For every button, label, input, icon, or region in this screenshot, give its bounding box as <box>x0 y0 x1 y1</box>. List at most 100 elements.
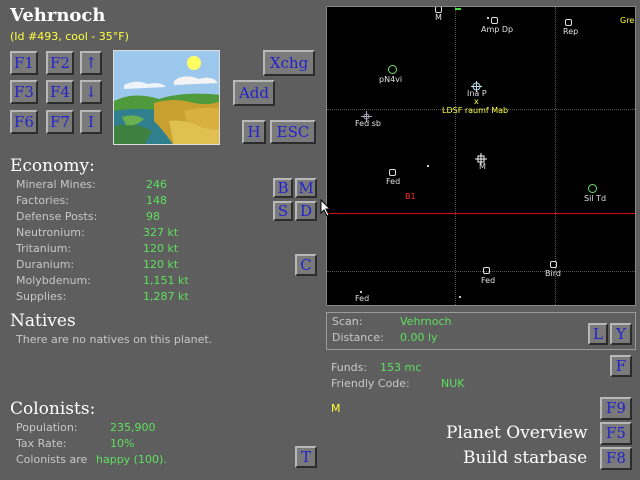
f9-button[interactable]: F9 <box>600 397 632 420</box>
f2-button[interactable]: F2 <box>46 51 74 75</box>
economy-row-label: Mineral Mines: <box>16 178 96 191</box>
funds-value: 153 mc <box>380 361 422 374</box>
map-label-pnavi: pN4vi <box>379 75 403 84</box>
map-label-fed-sb: Fed sb <box>355 119 381 128</box>
f1-button[interactable]: F1 <box>10 51 38 75</box>
planet-marker[interactable] <box>388 65 397 74</box>
economy-row-label: Defense Posts: <box>16 210 98 223</box>
friendly-code-value[interactable]: NUK <box>441 377 465 390</box>
target-icon[interactable] <box>361 107 372 122</box>
map-label-m-top: M <box>435 13 442 22</box>
down-arrow-button[interactable]: ↓ <box>80 80 102 104</box>
add-button[interactable]: Add <box>233 80 275 106</box>
economy-heading: Economy: <box>10 156 95 176</box>
natives-heading: Natives <box>10 311 76 331</box>
tax-rate-value: 10% <box>110 437 135 450</box>
star-dot <box>487 17 489 19</box>
economy-row-label: Supplies: <box>16 290 67 303</box>
map-label-bird: Bird <box>545 269 561 278</box>
map-label-sil-td: Sil Td <box>584 194 607 203</box>
star-dot <box>360 291 362 293</box>
ship-marker[interactable] <box>455 8 461 10</box>
map-label-ldsf: LDSF raumf Mab <box>442 106 509 115</box>
planet-marker[interactable] <box>565 19 572 26</box>
colonists-heading: Colonists: <box>10 399 96 419</box>
f8-button[interactable]: F8 <box>600 447 632 470</box>
star-map[interactable]: M Amp Dp Rep Gre pN4vi Ina P x LDSF raum… <box>326 6 636 306</box>
economy-row-value: 98 <box>146 210 160 223</box>
f6-button[interactable]: F6 <box>10 110 38 134</box>
marker-m: M <box>331 402 341 415</box>
planet-marker[interactable] <box>389 169 396 176</box>
ship-crosshair-icon[interactable] <box>471 77 482 92</box>
map-grid-line <box>327 271 635 272</box>
economy-row-label: Duranium: <box>16 258 75 271</box>
economy-row-label: Tritanium: <box>16 242 72 255</box>
planet-overview-label[interactable]: Planet Overview <box>446 423 588 443</box>
map-label-gre: Gre <box>620 16 635 25</box>
economy-row-value: 1,287 kt <box>143 290 189 303</box>
i-button[interactable]: I <box>80 110 102 134</box>
planet-marker[interactable] <box>435 7 442 13</box>
map-label-fed-2: Fed <box>481 276 496 285</box>
economy-row-label: Neutronium: <box>16 226 85 239</box>
economy-row-value: 246 <box>146 178 167 191</box>
h-button[interactable]: H <box>242 120 266 144</box>
l-button[interactable]: L <box>588 323 608 345</box>
planet-marker[interactable] <box>491 17 498 24</box>
planet-marker[interactable] <box>550 261 557 268</box>
economy-row-label: Factories: <box>16 194 69 207</box>
population-value: 235,900 <box>110 421 156 434</box>
funds-label: Funds: <box>331 361 368 374</box>
planet-image <box>113 50 220 145</box>
distance-label: Distance: <box>332 331 384 344</box>
m-button[interactable]: M <box>295 178 317 198</box>
economy-row-value: 327 kt <box>143 226 179 239</box>
economy-row-value: 120 kt <box>143 258 179 271</box>
population-label: Population: <box>16 421 78 434</box>
b-button[interactable]: B <box>273 178 293 198</box>
star-dot <box>427 165 429 167</box>
scan-value: Vehrnoch <box>400 315 452 328</box>
scan-label: Scan: <box>332 315 363 328</box>
map-label-fed-1: Fed <box>386 177 401 186</box>
map-label-rep: Rep <box>563 27 579 36</box>
planet-subtitle: (Id #493, cool - 35°F) <box>10 30 129 43</box>
up-arrow-button[interactable]: ↑ <box>80 51 102 75</box>
colonists-mood-prefix: Colonists are <box>16 453 88 466</box>
f4-button[interactable]: F4 <box>46 80 74 104</box>
tax-rate-label: Tax Rate: <box>16 437 67 450</box>
natives-text: There are no natives on this planet. <box>16 333 213 346</box>
distance-value: 0.00 ly <box>400 331 438 344</box>
map-red-line <box>327 213 635 214</box>
planet-marker[interactable] <box>588 184 597 193</box>
map-label-b1: B1 <box>405 192 416 201</box>
f5-button[interactable]: F5 <box>600 422 632 445</box>
star-dot <box>459 296 461 298</box>
economy-row-value: 1,151 kt <box>143 274 189 287</box>
f3-button[interactable]: F3 <box>10 80 38 104</box>
t-button[interactable]: T <box>295 446 317 468</box>
f-button[interactable]: F <box>610 355 632 377</box>
d-button[interactable]: D <box>295 201 317 221</box>
f7-button[interactable]: F7 <box>46 110 74 134</box>
map-x-marker: x <box>474 97 479 106</box>
esc-button[interactable]: ESC <box>270 120 316 144</box>
friendly-code-label: Friendly Code: <box>331 377 410 390</box>
map-label-m-center: M <box>479 162 486 171</box>
colonists-mood-value: happy (100). <box>96 453 167 466</box>
economy-row-value: 120 kt <box>143 242 179 255</box>
map-grid-line <box>455 7 456 305</box>
c-button[interactable]: C <box>295 254 317 276</box>
planet-marker[interactable] <box>483 267 490 274</box>
economy-row-label: Molybdenum: <box>16 274 91 287</box>
xchg-button[interactable]: Xchg <box>263 50 315 76</box>
planet-name: Vehrnoch <box>10 5 106 26</box>
cursor-crosshair-icon[interactable] <box>475 150 487 165</box>
map-label-fed-3: Fed <box>355 294 370 303</box>
mouse-pointer-icon <box>320 198 332 217</box>
build-starbase-label[interactable]: Build starbase <box>463 448 587 468</box>
map-label-amp-dp: Amp Dp <box>481 25 514 34</box>
y-button[interactable]: Y <box>610 323 632 345</box>
s-button[interactable]: S <box>273 201 293 221</box>
